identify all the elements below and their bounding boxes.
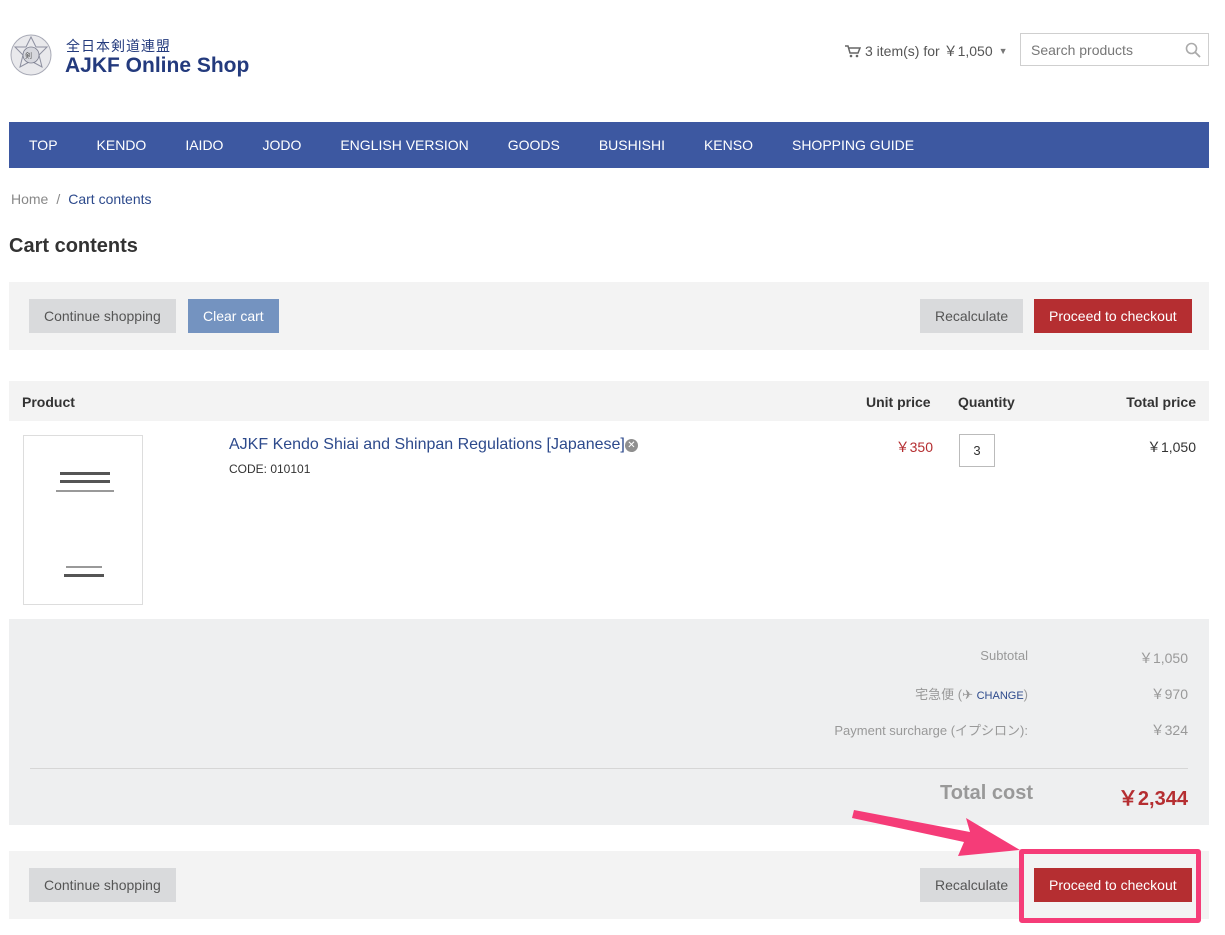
total-cost-value: ￥2,344 xyxy=(1117,788,1188,810)
unit-price: ￥350 xyxy=(895,439,933,455)
search-box xyxy=(1020,33,1209,66)
svg-text:剣: 剣 xyxy=(25,52,32,60)
table-row: AJKF Kendo Shiai and Shinpan Regulations… xyxy=(9,421,1209,619)
cart-actions-top: Continue shopping Clear cart Recalculate… xyxy=(9,282,1209,350)
continue-shopping-button[interactable]: Continue shopping xyxy=(29,299,176,333)
annotation-arrow xyxy=(852,810,1020,856)
nav-item-english-version[interactable]: ENGLISH VERSION xyxy=(340,137,468,153)
cart-summary-text: 3 item(s) for ￥1,050 xyxy=(865,43,993,59)
nav-item-kendo[interactable]: KENDO xyxy=(97,137,147,153)
remove-icon[interactable]: ✕ xyxy=(625,439,638,452)
plane-icon: ✈ xyxy=(962,687,977,702)
annotation-highlight-box xyxy=(1019,849,1201,923)
search-input[interactable] xyxy=(1021,34,1171,65)
product-code: CODE: 010101 xyxy=(229,462,311,476)
column-header-total-price: Total price xyxy=(1126,394,1196,410)
surcharge-label: Payment surcharge (イプシロン): xyxy=(834,723,1028,738)
mini-cart[interactable]: 3 item(s) for ￥1,050 ▼ xyxy=(845,41,1008,61)
row-total-price: ￥1,050 xyxy=(1146,439,1196,455)
breadcrumb-home[interactable]: Home xyxy=(11,191,48,207)
totals-divider xyxy=(30,768,1188,769)
quantity-input[interactable] xyxy=(959,434,995,467)
cart-totals: Subtotal ￥1,050 宅急便 (✈ CHANGE) ￥970 Paym… xyxy=(9,619,1209,825)
chevron-down-icon: ▼ xyxy=(998,46,1008,56)
cart-table-header: Product Unit price Quantity Total price xyxy=(9,381,1209,421)
column-header-unit-price: Unit price xyxy=(866,394,931,410)
page-title: Cart contents xyxy=(9,235,138,257)
brand-name[interactable]: AJKF Online Shop xyxy=(65,54,249,78)
change-shipping-link[interactable]: CHANGE xyxy=(977,690,1024,702)
search-icon[interactable] xyxy=(1185,42,1201,58)
recalculate-button[interactable]: Recalculate xyxy=(920,299,1024,333)
surcharge-value: ￥324 xyxy=(1150,722,1188,738)
ajkf-logo[interactable]: 剣 xyxy=(9,33,53,77)
continue-shopping-button-bottom[interactable]: Continue shopping xyxy=(29,868,176,902)
shipping-value: ￥970 xyxy=(1150,686,1188,702)
main-nav: TOP KENDO IAIDO JODO ENGLISH VERSION GOO… xyxy=(9,122,1209,168)
nav-item-iaido[interactable]: IAIDO xyxy=(185,137,223,153)
cart-icon xyxy=(845,44,861,57)
subtotal-label: Subtotal xyxy=(980,648,1028,663)
nav-item-goods[interactable]: GOODS xyxy=(508,137,560,153)
product-thumbnail[interactable] xyxy=(23,435,143,605)
shipping-method: 宅急便 ( xyxy=(915,687,963,702)
nav-item-shopping-guide[interactable]: SHOPPING GUIDE xyxy=(792,137,914,153)
breadcrumb-current[interactable]: Cart contents xyxy=(68,191,151,207)
nav-item-top[interactable]: TOP xyxy=(29,137,58,153)
breadcrumb: Home / Cart contents xyxy=(11,191,152,207)
nav-item-kenso[interactable]: KENSO xyxy=(704,137,753,153)
column-header-quantity: Quantity xyxy=(958,394,1015,410)
brand-name-jp[interactable]: 全日本剣道連盟 xyxy=(66,36,171,56)
shipping-label: 宅急便 (✈ CHANGE) xyxy=(915,684,1028,703)
proceed-to-checkout-button[interactable]: Proceed to checkout xyxy=(1034,299,1192,333)
product-name-link[interactable]: AJKF Kendo Shiai and Shinpan Regulations… xyxy=(229,436,625,454)
site-header: 剣 全日本剣道連盟 AJKF Online Shop 3 item(s) for… xyxy=(0,0,1225,120)
recalculate-button-bottom[interactable]: Recalculate xyxy=(920,868,1024,902)
clear-cart-button[interactable]: Clear cart xyxy=(188,299,279,333)
column-header-product: Product xyxy=(22,394,75,410)
shipping-label-close: ) xyxy=(1023,687,1028,702)
nav-item-bushishi[interactable]: BUSHISHI xyxy=(599,137,665,153)
nav-item-jodo[interactable]: JODO xyxy=(262,137,301,153)
breadcrumb-separator: / xyxy=(56,191,61,207)
subtotal-value: ￥1,050 xyxy=(1138,650,1188,666)
